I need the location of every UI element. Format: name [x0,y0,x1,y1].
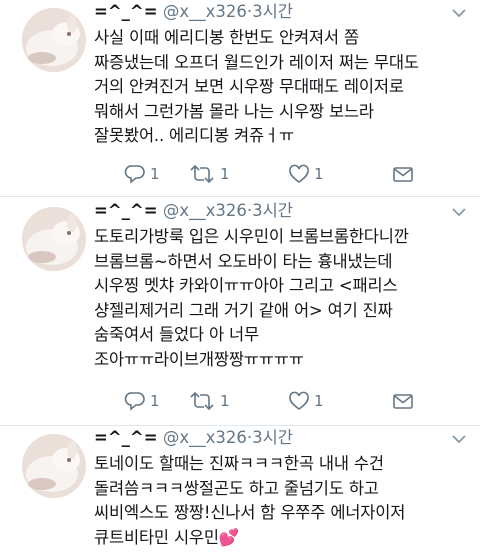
tweet-text: 사실 이때 에리디봉 한번도 안켜져서 쫌 짜증냈는데 오프더 월드인가 레이저… [94,28,419,145]
avatar[interactable] [22,434,86,498]
author-handle[interactable]: @x__x326 [163,2,247,21]
envelope-icon [393,394,413,409]
envelope-icon [393,167,413,182]
like-icon [289,164,309,183]
retweet-icon [190,164,214,184]
timestamp[interactable]: 3시간 [252,2,293,21]
reply-button[interactable]: 1 [124,164,160,184]
tweet-text: 도토리가방룩 입은 시우민이 브롬브롬한다니깐 브롬브롬~하면서 오도바이 타는… [94,227,409,369]
tweet-1[interactable]: =^_^= @x__x326·3시간 사실 이때 에리디봉 한번도 안켜져서 쫌… [0,0,480,196]
author-handle[interactable]: @x__x326 [163,201,247,220]
chevron-down-icon[interactable] [452,434,466,444]
tweet-actions: 1 1 1 [124,391,454,413]
direct-message-button[interactable] [392,391,414,411]
like-button[interactable]: 1 [288,391,324,411]
chevron-down-icon[interactable] [452,8,466,18]
chevron-down-icon[interactable] [452,207,466,217]
author-handle[interactable]: @x__x326 [163,428,247,447]
tweet-3[interactable]: =^_^= @x__x326·3시간 토네이도 할때는 진짜ㅋㅋㅋ한곡 내내 수… [0,426,480,554]
like-count: 1 [314,392,324,410]
direct-message-button[interactable] [392,164,414,184]
retweet-icon [190,391,214,411]
author-name[interactable]: =^_^= [94,2,158,21]
reply-icon [124,392,145,411]
retweet-count: 1 [220,165,230,183]
tweet-2[interactable]: =^_^= @x__x326·3시간 도토리가방룩 입은 시우민이 브롬브롬한다… [0,197,480,425]
like-button[interactable]: 1 [288,164,324,184]
retweet-count: 1 [220,392,230,410]
author-name[interactable]: =^_^= [94,428,158,447]
timestamp[interactable]: 3시간 [252,428,293,447]
tweet-text: 토네이도 할때는 진짜ㅋㅋㅋ한곡 내내 수건 돌려씀ㅋㅋㅋ쌍절곤도 하고 줄넘기… [94,454,406,547]
avatar[interactable] [22,207,86,271]
reply-button[interactable]: 1 [124,391,160,411]
like-icon [289,391,309,410]
author-name[interactable]: =^_^= [94,201,158,220]
tweet-actions: 1 1 1 [124,164,454,186]
avatar[interactable] [22,8,86,72]
reply-icon [124,165,145,184]
avatar-image [22,8,86,72]
like-count: 1 [314,165,324,183]
timestamp[interactable]: 3시간 [252,201,293,220]
reply-count: 1 [150,165,160,183]
avatar-image [22,207,86,271]
reply-count: 1 [150,392,160,410]
retweet-button[interactable]: 1 [188,164,230,184]
retweet-button[interactable]: 1 [188,391,230,411]
avatar-image [22,434,86,498]
